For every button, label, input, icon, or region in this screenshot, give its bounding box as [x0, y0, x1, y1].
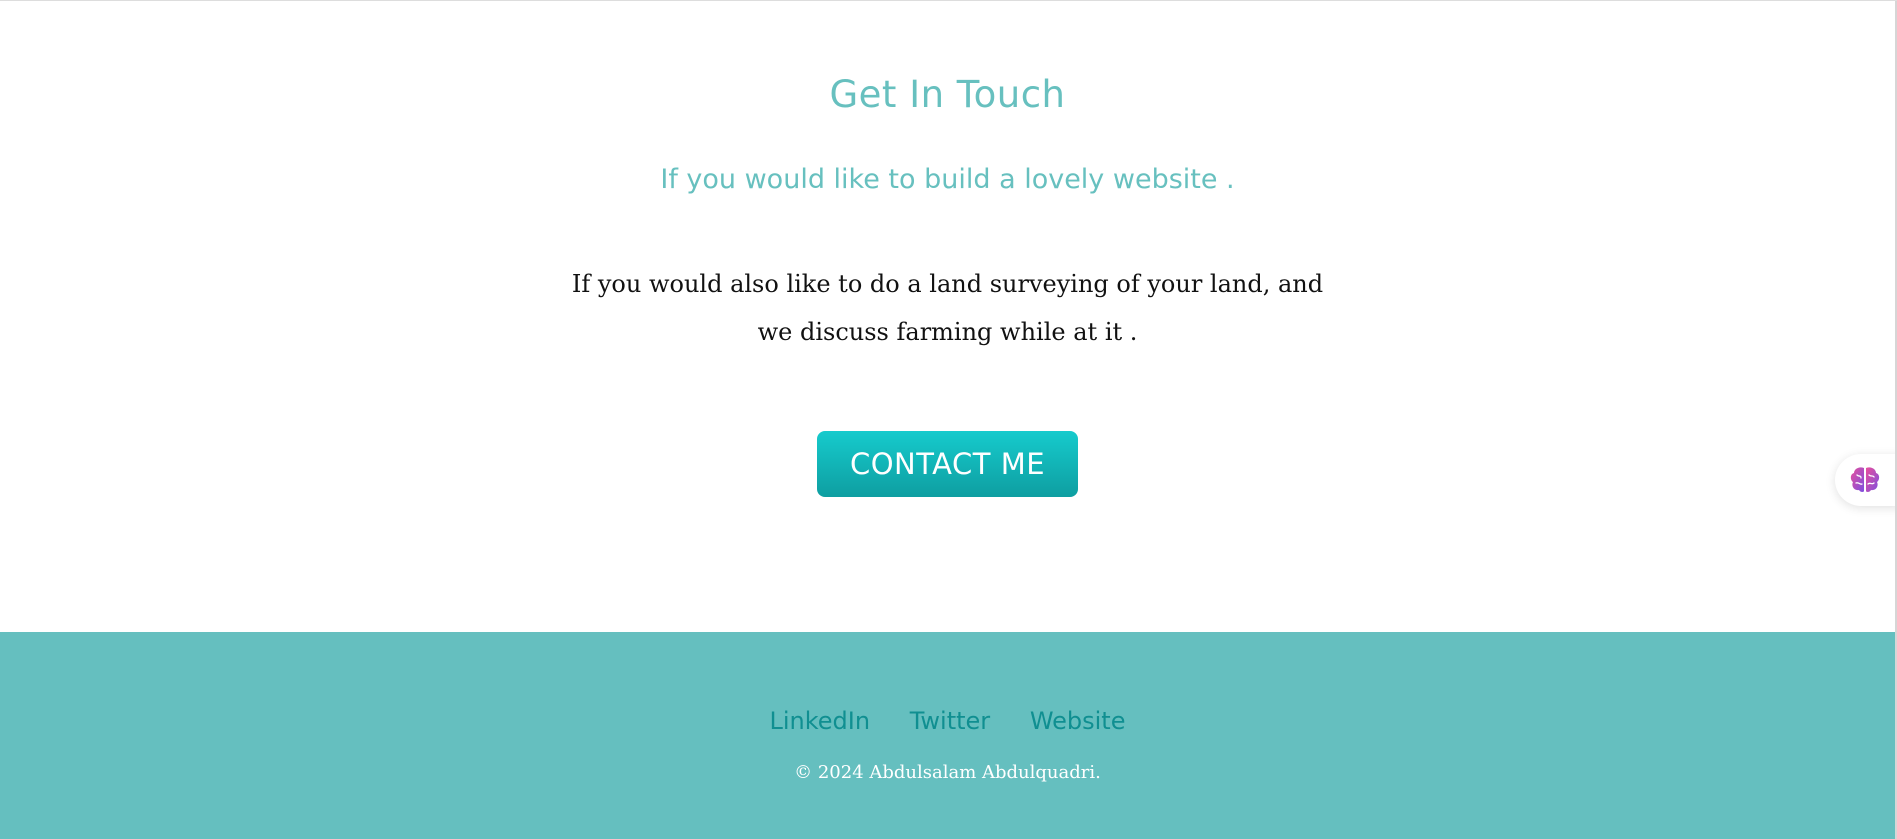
website-link[interactable]: Website: [1030, 707, 1126, 735]
copyright-text: © 2024 Abdulsalam Abdulquadri.: [794, 762, 1101, 783]
footer-links: LinkedIn Twitter Website: [0, 707, 1895, 735]
contact-me-button[interactable]: CONTACT ME: [817, 431, 1078, 497]
floating-assistant-button[interactable]: [1835, 454, 1897, 506]
section-subtitle: If you would like to build a lovely webs…: [660, 164, 1235, 195]
linkedin-link[interactable]: LinkedIn: [770, 707, 871, 735]
page: Get In Touch If you would like to build …: [0, 0, 1897, 839]
contact-section: Get In Touch If you would like to build …: [0, 1, 1895, 632]
twitter-link[interactable]: Twitter: [910, 707, 990, 735]
section-description: If you would also like to do a land surv…: [571, 270, 1324, 346]
footer: LinkedIn Twitter Website © 2024 Abdulsal…: [0, 632, 1895, 839]
brain-icon: [1850, 467, 1880, 492]
section-title: Get In Touch: [829, 73, 1066, 116]
